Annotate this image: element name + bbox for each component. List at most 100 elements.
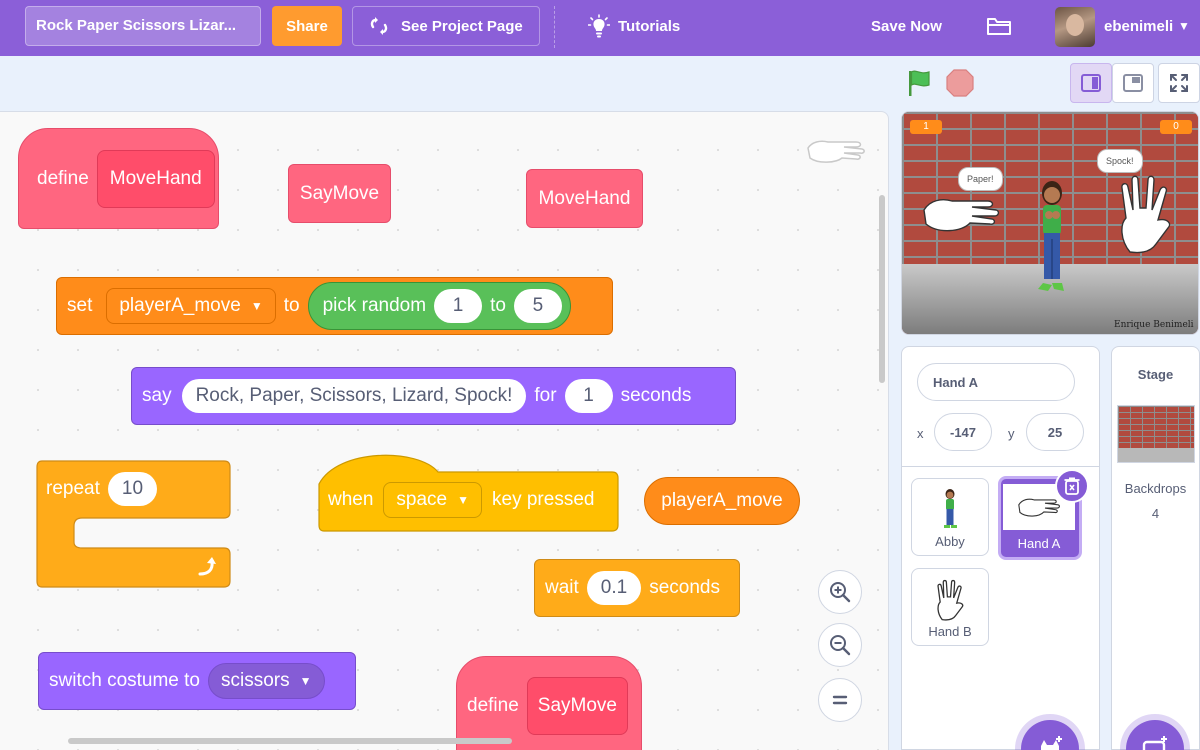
- movehand-prototype[interactable]: MoveHand: [96, 149, 215, 208]
- saymove-call-block[interactable]: SayMove: [288, 164, 391, 223]
- image-add-icon: [1142, 736, 1167, 750]
- green-flag-icon[interactable]: [905, 68, 935, 98]
- random-min-input[interactable]: 1: [434, 289, 483, 323]
- stage-target-pane[interactable]: Stage Backdrops 4: [1111, 346, 1200, 750]
- when-key-pressed-block[interactable]: when space ▼ key pressed: [318, 454, 619, 532]
- y-label: y: [1008, 426, 1015, 441]
- chevron-down-icon: ▼: [250, 299, 263, 313]
- movehand-label: MoveHand: [538, 187, 631, 209]
- loop-arrow-icon: [196, 556, 218, 583]
- fullscreen-button[interactable]: [1158, 63, 1200, 103]
- trash-icon: [1064, 477, 1080, 495]
- menu-divider: [554, 6, 555, 48]
- score-monitor-left: 1: [910, 120, 942, 134]
- stop-icon[interactable]: [946, 69, 974, 97]
- repeat-count-input[interactable]: 10: [107, 472, 158, 506]
- menu-bar: Rock Paper Scissors Lizar... Share See P…: [0, 0, 1200, 56]
- save-now-button[interactable]: Save Now: [871, 6, 942, 46]
- sprite-name-abby: Abby: [935, 534, 965, 549]
- wait-keyword: wait: [545, 577, 579, 598]
- backdrops-label: Backdrops: [1124, 481, 1187, 496]
- sprite-tile-hand-b[interactable]: Hand B: [911, 568, 989, 646]
- chevron-down-icon: ▼: [457, 493, 470, 507]
- repeat-block[interactable]: repeat 10: [36, 460, 231, 588]
- hand-b-sprite-icon: [1116, 174, 1174, 259]
- user-avatar[interactable]: [1055, 7, 1095, 47]
- code-workspace[interactable]: define MoveHand SayMove MoveHand set pla…: [0, 111, 889, 750]
- seconds-label: seconds: [620, 385, 692, 406]
- sprite-name-hand-a: Hand A: [1017, 536, 1061, 551]
- saymove-prototype[interactable]: SayMove: [526, 677, 628, 735]
- say-for-secs-block[interactable]: say Rock, Paper, Scissors, Lizard, Spock…: [131, 367, 736, 425]
- x-label: x: [917, 426, 924, 441]
- delete-sprite-button[interactable]: [1055, 469, 1089, 503]
- costume-name: scissors: [221, 670, 290, 691]
- sprite-pane: Hand A x -147 y 25 Abby Hand A Hand B: [901, 346, 1100, 750]
- movehand-call-block[interactable]: MoveHand: [526, 169, 643, 228]
- y-position-input[interactable]: 25: [1026, 413, 1084, 451]
- code-horizontal-scrollbar[interactable]: [68, 738, 512, 744]
- stage-target-title: Stage: [1137, 367, 1174, 382]
- zoom-reset-button[interactable]: [818, 678, 862, 722]
- variable-reporter-block[interactable]: playerA_move: [644, 477, 800, 525]
- when-keyword: when: [328, 489, 374, 510]
- zoom-in-icon: [830, 582, 851, 603]
- saymove-label: SayMove: [299, 182, 380, 204]
- set-variable-block[interactable]: set playerA_move ▼ to pick random 1 to 5: [56, 277, 613, 335]
- my-stuff-folder-button[interactable]: [985, 6, 1013, 46]
- zoom-in-button[interactable]: [818, 570, 862, 614]
- zoom-out-icon: [830, 635, 851, 656]
- sprite-tile-abby[interactable]: Abby: [911, 478, 989, 556]
- speech-bubble-spock: Spock!: [1097, 149, 1143, 173]
- define-saymove-block[interactable]: define SayMove: [456, 656, 642, 750]
- large-stage-button[interactable]: [1112, 63, 1154, 103]
- define-saymove-keyword: define: [467, 695, 519, 716]
- x-position-input[interactable]: -147: [934, 413, 992, 451]
- hand-ghost-icon: [806, 136, 866, 171]
- backdrop-thumbnail: [1117, 405, 1195, 463]
- small-stage-button[interactable]: [1070, 63, 1112, 103]
- wait-block[interactable]: wait 0.1 seconds: [534, 559, 740, 617]
- backdrops-count: 4: [1151, 506, 1160, 521]
- say-message-input[interactable]: Rock, Paper, Scissors, Lizard, Spock!: [181, 379, 527, 413]
- pick-random-block[interactable]: pick random 1 to 5: [307, 282, 571, 330]
- sprite-name-hand-b: Hand B: [928, 624, 972, 639]
- chevron-down-icon[interactable]: ▼: [1178, 6, 1190, 46]
- speech-bubble-paper: Paper!: [958, 167, 1003, 191]
- set-keyword: set: [67, 295, 93, 316]
- share-button[interactable]: Share: [272, 6, 342, 46]
- sprite-name-input[interactable]: Hand A: [917, 363, 1075, 401]
- tutorials-label: Tutorials: [618, 17, 681, 35]
- key-name: space: [396, 489, 448, 510]
- small-stage-icon: [1081, 74, 1101, 92]
- say-secs-input[interactable]: 1: [564, 379, 613, 413]
- key-dropdown[interactable]: space ▼: [383, 482, 483, 518]
- backdrop-credit: Enrique Benimeli: [1114, 320, 1194, 330]
- sprite-info: Hand A x -147 y 25: [902, 347, 1099, 467]
- pick-random-label: pick random: [322, 295, 427, 316]
- username[interactable]: ebenimeli: [1104, 6, 1173, 46]
- code-vertical-scrollbar[interactable]: [879, 195, 885, 383]
- key-pressed-label: key pressed: [492, 489, 595, 510]
- abby-thumbnail-icon: [912, 487, 988, 533]
- tutorials-button[interactable]: Tutorials: [588, 6, 680, 46]
- random-max-input[interactable]: 5: [513, 289, 562, 323]
- large-stage-icon: [1123, 74, 1143, 92]
- see-project-page-button[interactable]: See Project Page: [352, 6, 540, 46]
- define-keyword: define: [37, 167, 89, 189]
- stage-canvas[interactable]: 1 0 Paper! Spock! Enrique Benimeli: [901, 111, 1199, 335]
- project-title-input[interactable]: Rock Paper Scissors Lizar...: [25, 6, 261, 46]
- variable-name: playerA_move: [119, 295, 241, 316]
- wait-secs-input[interactable]: 0.1: [586, 571, 642, 605]
- abby-sprite-icon: [1032, 179, 1072, 310]
- for-keyword: for: [534, 385, 557, 406]
- score-monitor-right: 0: [1160, 120, 1192, 134]
- see-project-page-label: See Project Page: [401, 17, 523, 35]
- switch-costume-block[interactable]: switch costume to scissors ▼: [38, 652, 356, 710]
- zoom-out-button[interactable]: [818, 623, 862, 667]
- wait-seconds-label: seconds: [649, 577, 720, 598]
- say-keyword: say: [142, 385, 172, 406]
- costume-dropdown[interactable]: scissors ▼: [208, 663, 325, 699]
- define-movehand-block[interactable]: define MoveHand: [18, 128, 219, 229]
- variable-dropdown[interactable]: playerA_move ▼: [106, 288, 276, 324]
